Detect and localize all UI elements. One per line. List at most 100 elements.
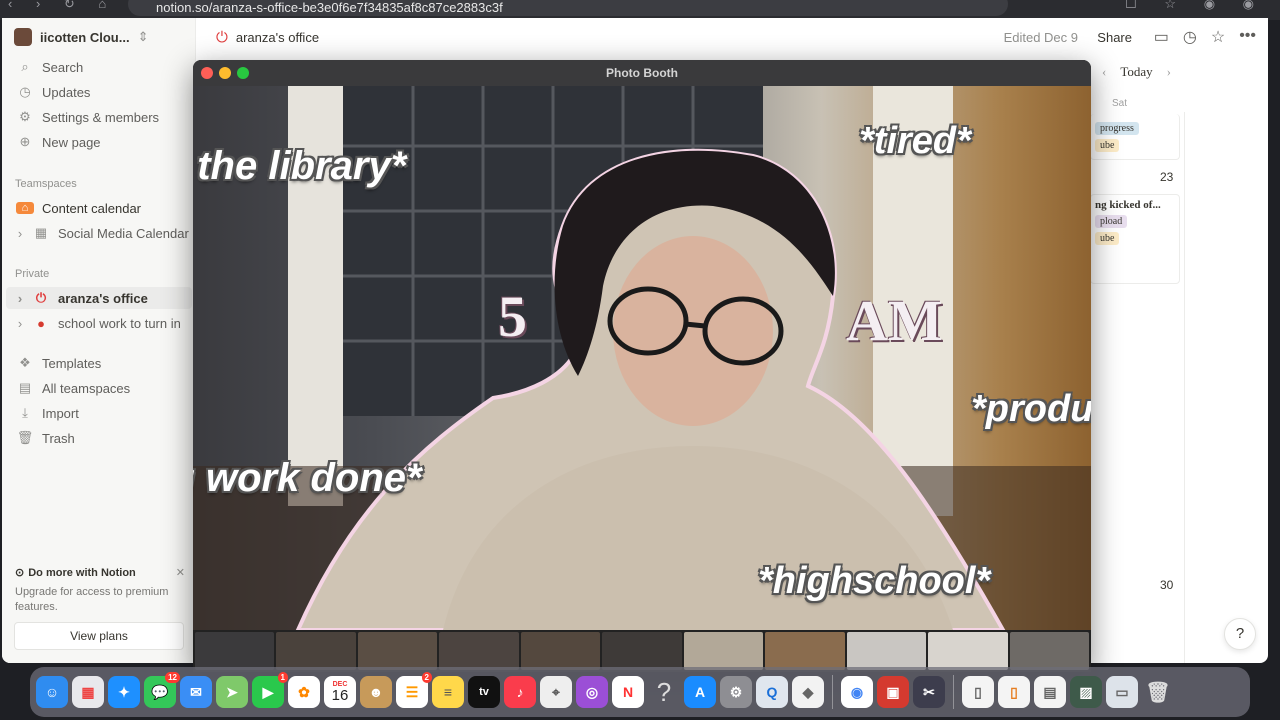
photo-thumbnail[interactable] — [357, 632, 438, 670]
chevron-right-icon[interactable]: › — [1167, 64, 1171, 80]
preview-icon[interactable]: ⌖ — [540, 676, 572, 708]
share-button[interactable]: Share — [1097, 30, 1132, 45]
calendar-card[interactable]: progress ube — [1090, 114, 1180, 160]
photo-booth-window[interactable]: Photo Booth the library* *tired* 5 AM *p… — [193, 60, 1091, 672]
photo-thumbnail[interactable] — [602, 632, 682, 670]
browser-toolbar: ‹ › ↻ ⌂ notion.so/aranza-s-office-be3e0f… — [0, 0, 1280, 20]
clock-icon: ◷ — [19, 84, 31, 99]
chevron-left-icon[interactable]: ‹ — [1102, 64, 1106, 80]
avatar — [14, 28, 32, 46]
document-icon[interactable]: ▯ — [998, 676, 1030, 708]
browser-extension-icons[interactable]: ☐ ☆ ◉ ◉ — [1125, 0, 1266, 12]
dock-separator — [832, 675, 833, 709]
upgrade-promo: ⊙ Do more with Notion ✕ Upgrade for acces… — [15, 566, 185, 615]
app-store-icon[interactable]: A — [684, 676, 716, 708]
photo-thumbnail[interactable] — [928, 632, 1008, 670]
contacts-icon[interactable]: ☻ — [360, 676, 392, 708]
camera-feed: *in the library* *tired* 5 AM *productiv… — [193, 86, 1091, 630]
breadcrumb[interactable]: ⏻ aranza's office — [216, 29, 319, 46]
sidebar-item-trash[interactable]: 🗑 Trash — [16, 427, 75, 449]
more-icon[interactable]: ••• — [1239, 27, 1256, 47]
status-badge: progress — [1095, 122, 1139, 135]
comment-icon[interactable]: ▭ — [1154, 27, 1169, 47]
sidebar-item-import[interactable]: ⤓ Import — [16, 402, 79, 424]
calendar-app-icon[interactable]: DEC 16 — [324, 676, 356, 708]
star-icon[interactable]: ☆ — [1211, 27, 1225, 47]
sidebar-item-new-page[interactable]: ⊕ New page — [16, 131, 101, 153]
question-icon[interactable]: ? — [648, 676, 680, 708]
photo-thumbnail[interactable] — [683, 632, 764, 670]
mail-icon[interactable]: ✉ — [180, 676, 212, 708]
close-icon[interactable]: ✕ — [176, 566, 185, 579]
chevron-right-icon: › — [17, 315, 23, 331]
sidebar-item-social-media-calendar[interactable]: › ▦ Social Media Calendar — [16, 222, 189, 244]
photo-thumbnail[interactable] — [195, 632, 275, 670]
sidebar-item-school-work[interactable]: › ● school work to turn in — [16, 312, 181, 334]
caption-highschool: *highschool* — [758, 560, 991, 602]
photos-icon[interactable]: ✿ — [288, 676, 320, 708]
help-button[interactable]: ? — [1224, 618, 1256, 650]
photo-thumbnail[interactable] — [439, 632, 519, 670]
zoom-window-button[interactable] — [237, 67, 249, 79]
day-number: 23 — [1160, 170, 1174, 184]
reminders-icon[interactable]: ☰ 2 — [396, 672, 432, 708]
roblox-icon[interactable]: ◆ — [792, 676, 824, 708]
caption-productive: *productive* — [971, 388, 1091, 430]
maps-icon[interactable]: ➤ — [216, 676, 248, 708]
workspace-switcher[interactable]: iicotten Clou... ⇕ — [14, 28, 148, 46]
history-icon[interactable]: ◷ — [1183, 27, 1197, 47]
image-stack-icon[interactable]: ▨ — [1070, 676, 1102, 708]
music-icon[interactable]: ♪ — [504, 676, 536, 708]
final-cut-icon[interactable]: ✂ — [913, 676, 945, 708]
chevron-right-icon: › — [17, 225, 23, 241]
system-settings-icon[interactable]: ⚙ — [720, 676, 752, 708]
finder-icon[interactable]: ☺ — [36, 676, 68, 708]
calendar-icon: ▦ — [34, 225, 48, 240]
sidebar-item-label: Settings & members — [42, 109, 160, 125]
trash-icon[interactable]: 🗑 — [1142, 676, 1174, 708]
caption-tired: *tired* — [859, 120, 971, 162]
facetime-icon[interactable]: ▶ 1 — [252, 672, 288, 708]
address-bar[interactable]: notion.so/aranza-s-office-be3e0f6e7f3483… — [128, 0, 1008, 16]
news-icon[interactable]: N — [612, 676, 644, 708]
photo-thumbnail[interactable] — [520, 632, 601, 670]
sidebar-item-updates[interactable]: ◷ Updates — [16, 81, 90, 103]
messages-icon[interactable]: 💬 12 — [144, 672, 180, 708]
photo-thumbnail[interactable] — [846, 632, 927, 670]
chrome-icon[interactable]: ◉ — [841, 676, 873, 708]
dock-separator — [953, 675, 954, 709]
today-button[interactable]: Today — [1120, 64, 1152, 80]
day-number: 30 — [1160, 578, 1174, 592]
browser-nav-icons[interactable]: ‹ › ↻ ⌂ — [8, 0, 116, 12]
sidebar-item-search[interactable]: ⌕ Search — [16, 56, 83, 78]
sidebar-item-label: Social Media Calendar — [58, 225, 189, 241]
photo-thumbnail[interactable] — [276, 632, 356, 670]
photo-thumbnail[interactable] — [765, 632, 845, 670]
launchpad-icon[interactable]: ▦ — [72, 676, 104, 708]
document-icon[interactable]: ▯ — [962, 676, 994, 708]
calendar-card[interactable]: ng kicked of... pload ube — [1090, 194, 1180, 284]
sidebar-item-templates[interactable]: ❖ Templates — [16, 352, 101, 374]
status-badge: ube — [1095, 139, 1120, 152]
close-window-button[interactable] — [201, 67, 213, 79]
view-plans-button[interactable]: View plans — [14, 622, 184, 650]
sidebar-item-label: school work to turn in — [58, 315, 181, 331]
photo-booth-icon[interactable]: ▣ — [877, 676, 909, 708]
document-icon[interactable]: ▤ — [1034, 676, 1066, 708]
calendar-gridline — [1184, 112, 1185, 663]
notes-icon[interactable]: ≡ — [432, 676, 464, 708]
thumbnail-strip[interactable] — [193, 630, 1091, 672]
minimize-window-button[interactable] — [219, 67, 231, 79]
sidebar-item-aranzas-office[interactable]: › ⏻ aranza's office — [6, 287, 192, 309]
sidebar-item-content-calendar[interactable]: ⌂ Content calendar — [16, 197, 141, 219]
safari-icon[interactable]: ✦ — [108, 676, 140, 708]
sidebar-item-all-teamspaces[interactable]: ▤ All teamspaces — [16, 377, 130, 399]
downloads-folder-icon[interactable]: ▭ — [1106, 676, 1138, 708]
sidebar-item-settings[interactable]: ⚙ Settings & members — [16, 106, 159, 128]
quicktime-icon[interactable]: Q — [756, 676, 788, 708]
weekday-label: Sat — [1112, 98, 1128, 109]
photo-thumbnail[interactable] — [1009, 632, 1089, 670]
podcasts-icon[interactable]: ◎ — [576, 676, 608, 708]
apple-tv-icon[interactable]: tv — [468, 676, 500, 708]
chevron-updown-icon: ⇕ — [137, 29, 149, 44]
